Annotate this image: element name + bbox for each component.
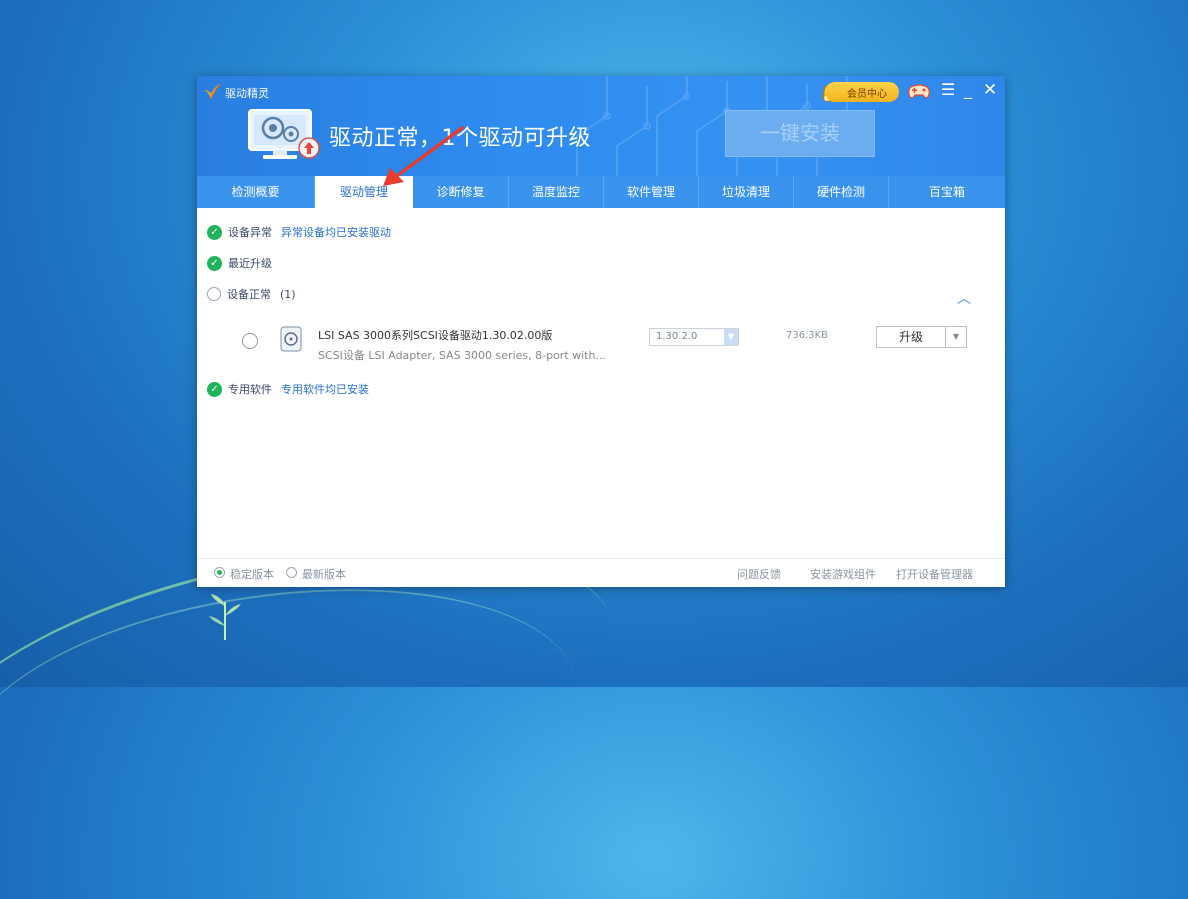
close-icon[interactable]: ✕	[981, 80, 999, 100]
feedback-link[interactable]: 问题反馈	[737, 566, 781, 582]
section-note: 专用软件均已安装	[281, 383, 369, 396]
tab-overview[interactable]: 检测概要	[197, 176, 315, 208]
tab-diagnose-repair[interactable]: 诊断修复	[413, 176, 509, 208]
disk-drive-icon	[280, 326, 302, 352]
section-title: 最近升级	[228, 257, 272, 270]
check-icon: ✓	[207, 224, 222, 240]
upgrade-button[interactable]: 升级	[876, 326, 946, 348]
section-note: 异常设备均已安装驱动	[281, 226, 391, 239]
menu-icon[interactable]: ☰	[939, 80, 957, 99]
section-title: 专用软件	[228, 383, 272, 396]
main-tabs: 检测概要 驱动管理 诊断修复 温度监控 软件管理 垃圾清理 硬件检测 百宝箱	[197, 176, 1005, 208]
tab-temperature[interactable]: 温度监控	[509, 176, 604, 208]
driver-name: LSI SAS 3000系列SCSI设备驱动1.30.02.00版	[318, 329, 553, 342]
stable-version-radio[interactable]	[214, 567, 225, 578]
section-special-software: ✓ 专用软件 专用软件均已安装	[207, 381, 369, 397]
section-count: (1)	[280, 287, 296, 301]
footer-bar: 稳定版本 最新版本 问题反馈 安装游戏组件 打开设备管理器	[197, 558, 1005, 587]
vip-center-label: 会员中心	[847, 88, 887, 100]
driver-description: SCSI设备 LSI Adapter, SAS 3000 series, 8-p…	[318, 349, 606, 362]
wallpaper-leaf-icon	[209, 594, 241, 640]
section-title: 设备异常	[228, 226, 272, 239]
version-value: 1.30.2.0	[656, 331, 698, 342]
chevron-down-icon[interactable]: ▼	[724, 329, 738, 345]
app-window: 驱动精灵 驱动正常，1个驱动可升级 一键安装 会员中心 ☰ _ ✕ 检测概要 驱…	[197, 76, 1005, 587]
tab-driver-management[interactable]: 驱动管理	[315, 176, 413, 208]
check-icon: ✓	[207, 381, 222, 397]
section-recent: ✓ 最近升级	[207, 255, 272, 271]
minimize-icon[interactable]: _	[959, 80, 977, 99]
app-name: 驱动精灵	[225, 87, 269, 100]
driver-status-title: 驱动正常，1个驱动可升级	[329, 126, 591, 151]
monitor-gear-icon	[248, 109, 320, 159]
open-device-manager-link[interactable]: 打开设备管理器	[896, 566, 973, 582]
driver-select-radio[interactable]	[242, 333, 258, 349]
tab-hardware[interactable]: 硬件检测	[794, 176, 889, 208]
section-abnormal: ✓ 设备异常 异常设备均已安装驱动	[207, 224, 391, 240]
tab-toolbox[interactable]: 百宝箱	[889, 176, 1005, 208]
latest-version-label[interactable]: 最新版本	[302, 566, 346, 582]
check-icon: ✓	[207, 255, 222, 271]
section-radio[interactable]	[207, 287, 221, 301]
game-controller-icon[interactable]	[907, 81, 931, 101]
chevron-up-icon[interactable]: ︿	[957, 288, 971, 308]
vip-center-button[interactable]: 会员中心	[825, 82, 899, 102]
section-title: 设备正常	[227, 288, 271, 301]
tab-software[interactable]: 软件管理	[604, 176, 699, 208]
one-click-install-button[interactable]: 一键安装	[725, 110, 875, 157]
driver-content: ✓ 设备异常 异常设备均已安装驱动 ✓ 最近升级 设备正常 (1) ︿ LSI …	[197, 208, 1005, 558]
stable-version-label[interactable]: 稳定版本	[230, 566, 274, 582]
tab-cleanup[interactable]: 垃圾清理	[699, 176, 794, 208]
driver-size: 736.3KB	[786, 330, 829, 341]
section-normal[interactable]: 设备正常 (1)	[207, 286, 296, 302]
install-game-link[interactable]: 安装游戏组件	[810, 566, 876, 582]
version-select[interactable]: 1.30.2.0 ▼	[649, 328, 739, 346]
upgrade-dropdown-button[interactable]: ▼	[945, 326, 967, 348]
app-header: 驱动精灵 驱动正常，1个驱动可升级 一键安装 会员中心 ☰ _ ✕	[197, 76, 1005, 176]
latest-version-radio[interactable]	[286, 567, 297, 578]
app-logo-icon	[204, 83, 221, 100]
